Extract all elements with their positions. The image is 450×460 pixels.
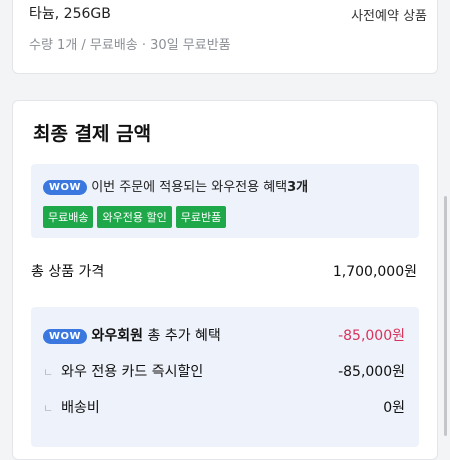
wow-benefits-banner: WOW 이번 주문에 적용되는 와우전용 혜택3개 무료배송 와우전용 할인 무… [31,164,419,238]
banner-text: 이번 주문에 적용되는 와우전용 혜택 [91,180,288,195]
shipping-row: ㄴ 배송비 0원 [43,397,405,417]
product-name-text: 타늄, 256GB [29,6,111,22]
product-name: 타늄, 256GB [29,3,111,23]
shipping-value: 0원 [383,400,405,416]
wow-badge-icon: WOW [43,328,88,344]
sub-item-icon: ㄴ [43,402,54,415]
card-discount-text: 와우 전용 카드 즉시할인 [61,364,204,380]
wow-banner-line: WOW 이번 주문에 적용되는 와우전용 혜택3개 [43,176,308,195]
product-meta: 수량 1개 / 무료배송 · 30일 무료반품 [29,38,231,53]
member-label-strong: 와우회원 [91,328,144,344]
wow-member-benefits: WOW 와우회원 총 추가 혜택 -85,000원 ㄴ 와우 전용 카드 즉시할인… [31,307,419,447]
payment-title: 최종 결제 금액 [33,123,152,145]
member-label-rest: 총 추가 혜택 [143,328,221,344]
tag-free-shipping: 무료배송 [43,206,94,228]
product-summary-card: 타늄, 256GB 수량 1개 / 무료배송 · 30일 무료반품 사전예약 상… [12,0,438,74]
card-discount-value: -85,000원 [338,364,405,380]
member-benefit-label: WOW 와우회원 총 추가 혜택 [43,325,221,345]
final-payment-card: 최종 결제 금액 WOW 이번 주문에 적용되는 와우전용 혜택3개 무료배송 … [12,100,438,460]
card-discount-label: ㄴ 와우 전용 카드 즉시할인 [43,361,203,381]
member-benefit-row: WOW 와우회원 총 추가 혜택 -85,000원 [43,325,405,345]
benefit-tags: 무료배송 와우전용 할인 무료반품 [43,206,227,228]
preorder-label: 사전예약 상품 [351,9,427,24]
banner-count: 3개 [287,180,309,195]
total-price-label: 총 상품 가격 [31,264,105,280]
total-price-value: 1,700,000원 [332,264,417,280]
shipping-label: ㄴ 배송비 [43,397,100,417]
wow-badge-icon: WOW [43,180,88,195]
member-benefit-value: -85,000원 [338,328,405,344]
sub-item-icon: ㄴ [43,366,54,379]
shipping-text: 배송비 [61,400,100,416]
scrollbar[interactable] [444,196,447,436]
tag-free-return: 무료반품 [175,206,227,228]
total-price-row: 총 상품 가격 1,700,000원 [31,261,417,281]
card-discount-row: ㄴ 와우 전용 카드 즉시할인 -85,000원 [43,361,405,381]
tag-wow-discount: 와우전용 할인 [97,206,172,228]
